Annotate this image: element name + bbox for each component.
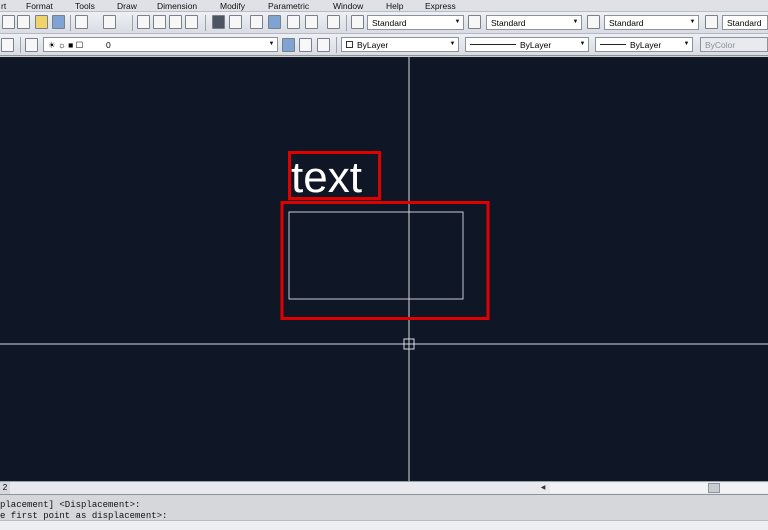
color-select[interactable]: ByLayer ▼: [341, 37, 459, 52]
standard-toolbar: Standard ▼ Standard ▼ Standard ▼ Standar…: [0, 12, 768, 34]
menu-help[interactable]: Help: [386, 0, 403, 12]
text-style-select[interactable]: Standard ▼: [367, 15, 464, 30]
toolbar-separator: [336, 37, 337, 53]
zoom-window-icon[interactable]: [169, 15, 182, 29]
match-properties-icon[interactable]: [52, 15, 65, 29]
menu-parametric[interactable]: Parametric: [268, 0, 309, 12]
design-center-icon[interactable]: [229, 15, 242, 29]
chevron-down-icon: ▼: [449, 41, 456, 47]
chevron-down-icon: ▼: [268, 41, 275, 47]
horizontal-scrollbar[interactable]: 2 ◀: [0, 481, 768, 494]
pan-hand-icon[interactable]: [137, 15, 150, 29]
lineweight-preview: [600, 44, 626, 45]
make-current-layer-icon[interactable]: [282, 38, 295, 52]
scroll-track[interactable]: [550, 483, 768, 493]
multileader-style-value: Standard: [727, 18, 762, 28]
toolbar-separator: [205, 15, 206, 31]
color-swatch: [346, 41, 353, 48]
dim-style-select[interactable]: Standard ▼: [486, 15, 582, 30]
multileader-style-select[interactable]: Standard: [722, 15, 768, 30]
toolbar-separator: [346, 15, 347, 31]
chevron-left-icon[interactable]: ◀: [538, 483, 548, 493]
canvas-background: [0, 57, 768, 481]
paste-icon[interactable]: [35, 15, 48, 29]
bulb-icon: ☀ ☼ ■ ☐: [48, 40, 84, 50]
lineweight-value: ByLayer: [630, 40, 662, 50]
layer-manager-icon[interactable]: [1, 38, 14, 52]
new-file-icon[interactable]: [2, 15, 15, 29]
plot-style-value: ByColor: [705, 40, 736, 50]
scroll-thumb[interactable]: [708, 483, 720, 493]
sheet-set-icon[interactable]: [268, 15, 281, 29]
tool-palettes-icon[interactable]: [250, 15, 263, 29]
lineweight-select[interactable]: ByLayer ▼: [595, 37, 693, 52]
chevron-down-icon: ▼: [579, 41, 586, 47]
linetype-select[interactable]: ByLayer ▼: [465, 37, 589, 52]
undo-icon[interactable]: [75, 15, 88, 29]
copy-icon[interactable]: [17, 15, 30, 29]
text-style-value: Standard: [372, 18, 407, 28]
layer-previous-icon[interactable]: [299, 38, 312, 52]
menu-dimension[interactable]: Dimension: [157, 0, 197, 12]
chevron-down-icon: ▼: [454, 19, 461, 25]
layer-states-icon[interactable]: [25, 38, 38, 52]
linetype-value: ByLayer: [520, 40, 552, 50]
layer-value: 0: [106, 40, 111, 50]
scroll-number: 2: [0, 482, 10, 494]
toolbar-separator: [70, 15, 71, 31]
command-input[interactable]: [0, 520, 768, 530]
table-style-select[interactable]: Standard ▼: [604, 15, 699, 30]
layer-isolate-icon[interactable]: [317, 38, 330, 52]
menu-modify[interactable]: Modify: [220, 0, 245, 12]
drawing-canvas[interactable]: text: [0, 57, 768, 481]
menu-insert[interactable]: rt: [1, 0, 6, 12]
redo-icon[interactable]: [103, 15, 116, 29]
dim-style-icon[interactable]: [468, 15, 481, 29]
menu-express[interactable]: Express: [425, 0, 456, 12]
text-style-icon[interactable]: [351, 15, 364, 29]
layers-properties-toolbar: ☀ ☼ ■ ☐ 0 ▼ ByLayer ▼ ByLayer ▼ ByLayer …: [0, 34, 768, 56]
zoom-realtime-icon[interactable]: [153, 15, 166, 29]
calculator-icon[interactable]: [305, 15, 318, 29]
toolbar-separator: [132, 15, 133, 31]
zoom-previous-icon[interactable]: [185, 15, 198, 29]
linetype-preview: [470, 44, 516, 45]
drawing-svg: [0, 57, 768, 481]
chevron-down-icon: ▼: [689, 19, 696, 25]
chevron-down-icon: ▼: [572, 19, 579, 25]
markup-icon[interactable]: [287, 15, 300, 29]
properties-icon[interactable]: [212, 15, 225, 29]
color-value: ByLayer: [357, 40, 389, 50]
help-icon[interactable]: [327, 15, 340, 29]
menu-tools[interactable]: Tools: [75, 0, 95, 12]
menu-bar: rt Format Tools Draw Dimension Modify Pa…: [0, 0, 768, 12]
dim-style-value: Standard: [491, 18, 526, 28]
menu-window[interactable]: Window: [333, 0, 363, 12]
toolbar-separator: [20, 37, 21, 53]
text-entity[interactable]: text: [291, 155, 362, 201]
table-style-icon[interactable]: [587, 15, 600, 29]
table-style-value: Standard: [609, 18, 644, 28]
menu-format[interactable]: Format: [26, 0, 53, 12]
menu-draw[interactable]: Draw: [117, 0, 137, 12]
multileader-style-icon[interactable]: [705, 15, 718, 29]
layer-select[interactable]: ☀ ☼ ■ ☐ 0 ▼: [43, 37, 278, 52]
plot-style-select[interactable]: ByColor: [700, 37, 768, 52]
chevron-down-icon: ▼: [683, 41, 690, 47]
command-line: placement] <Displacement>: e first point…: [0, 494, 768, 530]
